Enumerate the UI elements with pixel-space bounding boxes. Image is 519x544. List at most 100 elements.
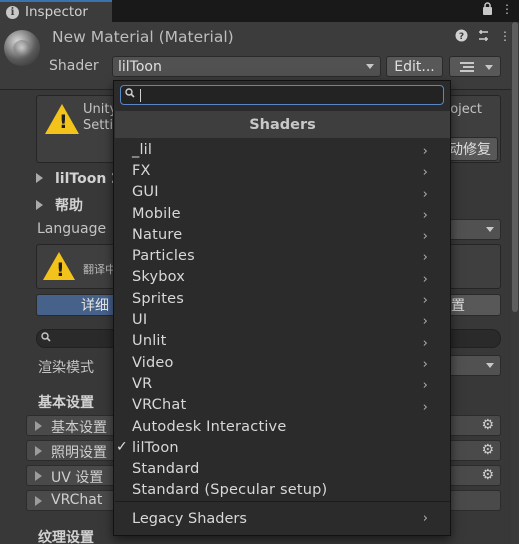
edit-shader-button[interactable]: Edit... (386, 56, 443, 77)
shader-item-label: Legacy Shaders (132, 511, 247, 527)
popup-divider (115, 501, 450, 502)
shader-item-vrchat[interactable]: VRChat › (114, 395, 450, 416)
shader-item-label: _lil (132, 141, 153, 158)
translation-helpbox-text: 翻译中 (83, 263, 116, 276)
foldout-arrow-icon (35, 446, 42, 456)
list-icon (460, 62, 474, 72)
foldout-arrow-icon (35, 496, 42, 506)
shader-item-label: VR (132, 375, 153, 392)
tab-inspector[interactable]: i Inspector (0, 0, 112, 22)
section-row-label: 基本设置 (51, 420, 107, 436)
shader-item-video[interactable]: Video › (114, 352, 450, 373)
search-icon (125, 88, 135, 101)
foldout-help[interactable]: 帮助 (36, 195, 83, 215)
shader-item-particles[interactable]: Particles › (114, 245, 450, 266)
render-mode-dropdown[interactable] (448, 355, 501, 376)
inspector-scrollbar[interactable] (511, 22, 519, 544)
shader-dropdown[interactable]: lilToon (112, 56, 381, 77)
gear-icon[interactable]: ⚙ (481, 467, 494, 483)
chevron-right-icon: › (422, 207, 428, 223)
texture-settings-heading: 纹理设置 (38, 530, 94, 544)
warning-text-line1-end: oject (450, 102, 482, 117)
kebab-menu-icon[interactable]: ⋮ (499, 29, 511, 45)
caret-down-icon (486, 227, 494, 232)
settings-mode-button[interactable]: 置 (448, 294, 501, 316)
foldout-liltoon[interactable]: lilToon 2 (36, 171, 121, 187)
svg-text:?: ? (459, 32, 464, 42)
render-mode-label: 渲染模式 (38, 360, 94, 376)
tab-tools: ⋮ (482, 2, 513, 18)
auto-fix-button[interactable]: 动修复 (445, 137, 498, 161)
language-dropdown[interactable] (448, 219, 501, 240)
chevron-right-icon: › (422, 165, 428, 181)
shader-item-label: FX (132, 162, 151, 179)
shader-list: _lil › FX › GUI › Mobile › Nature › Particles › Skyb… (114, 139, 450, 501)
shader-item-label: Mobile (132, 205, 181, 222)
foldout-arrow-icon (35, 421, 42, 431)
shader-item-label: Standard (132, 461, 200, 478)
shader-item-liltoon[interactable]: ✓ lilToon (114, 437, 450, 458)
shader-item-standard-specular-setup[interactable]: Standard (Specular setup) (114, 480, 450, 501)
shader-item-skybox[interactable]: Skybox › (114, 267, 450, 288)
shader-item-label: Unlit (132, 333, 167, 350)
section-row-label: 照明设置 (51, 445, 107, 461)
basic-settings-heading: 基本设置 (38, 395, 94, 411)
chevron-right-icon: › (422, 293, 428, 309)
shader-item-gui[interactable]: GUI › (114, 182, 450, 203)
shader-item-lil[interactable]: _lil › (114, 139, 450, 160)
shader-item-ui[interactable]: UI › (114, 309, 450, 330)
checkmark-icon: ✓ (116, 439, 128, 456)
shader-item-vr[interactable]: VR › (114, 373, 450, 394)
warning-icon: ! (45, 104, 79, 134)
shader-item-legacy-shaders[interactable]: Legacy Shaders › (114, 508, 450, 530)
help-icon[interactable]: ? (455, 29, 468, 45)
chevron-right-icon: › (422, 229, 428, 245)
shader-item-nature[interactable]: Nature › (114, 224, 450, 245)
shader-item-label: Standard (Specular setup) (132, 482, 328, 499)
chevron-right-icon: › (422, 144, 428, 159)
chevron-right-icon: › (422, 314, 428, 330)
chevron-right-icon: › (422, 356, 428, 372)
shader-item-fx[interactable]: FX › (114, 160, 450, 181)
shader-item-sprites[interactable]: Sprites › (114, 288, 450, 309)
shader-item-label: Particles (132, 248, 195, 265)
caret-down-icon (486, 363, 494, 368)
material-preview-sphere-icon (4, 30, 40, 66)
material-title: New Material (Material) (52, 28, 234, 46)
chevron-right-icon: › (422, 335, 428, 351)
shader-item-mobile[interactable]: Mobile › (114, 203, 450, 224)
gear-icon[interactable]: ⚙ (481, 417, 494, 433)
foldout-help-label: 帮助 (55, 198, 83, 214)
preset-sliders-icon[interactable] (477, 29, 490, 45)
shader-item-label: UI (132, 312, 148, 329)
scrollbar-thumb[interactable] (512, 22, 518, 312)
chevron-right-icon: › (422, 399, 428, 415)
caret-down-icon (485, 65, 493, 70)
text-cursor (140, 89, 141, 102)
shader-item-label: Nature (132, 226, 183, 243)
header-tools: ? ⋮ (455, 29, 511, 45)
section-row-label: UV 设置 (51, 470, 104, 486)
chevron-right-icon: › (422, 511, 428, 526)
chevron-right-icon: › (422, 378, 428, 394)
section-row-label: VRChat (51, 492, 103, 508)
chevron-right-icon: › (422, 250, 428, 266)
caret-down-icon (366, 64, 374, 69)
lock-icon[interactable] (482, 2, 493, 18)
shader-item-autodesk-interactive[interactable]: Autodesk Interactive (114, 416, 450, 437)
shader-item-label: Video (132, 354, 174, 371)
shader-item-unlit[interactable]: Unlit › (114, 331, 450, 352)
kebab-menu-icon[interactable]: ⋮ (501, 2, 513, 18)
shader-item-label: Skybox (132, 269, 186, 286)
warning-text-line2: Setti (83, 118, 114, 133)
shader-label: Shader (49, 58, 99, 74)
shader-options-button[interactable] (449, 56, 501, 77)
popup-header: Shaders (115, 111, 450, 138)
shader-search-input[interactable] (120, 85, 444, 105)
foldout-arrow-icon (35, 471, 42, 481)
search-icon (41, 332, 51, 345)
tab-bar: i Inspector ⋮ (0, 0, 519, 22)
gear-icon[interactable]: ⚙ (481, 442, 494, 458)
detail-mode-button[interactable]: 详细 (36, 294, 114, 316)
shader-item-standard[interactable]: Standard (114, 458, 450, 479)
